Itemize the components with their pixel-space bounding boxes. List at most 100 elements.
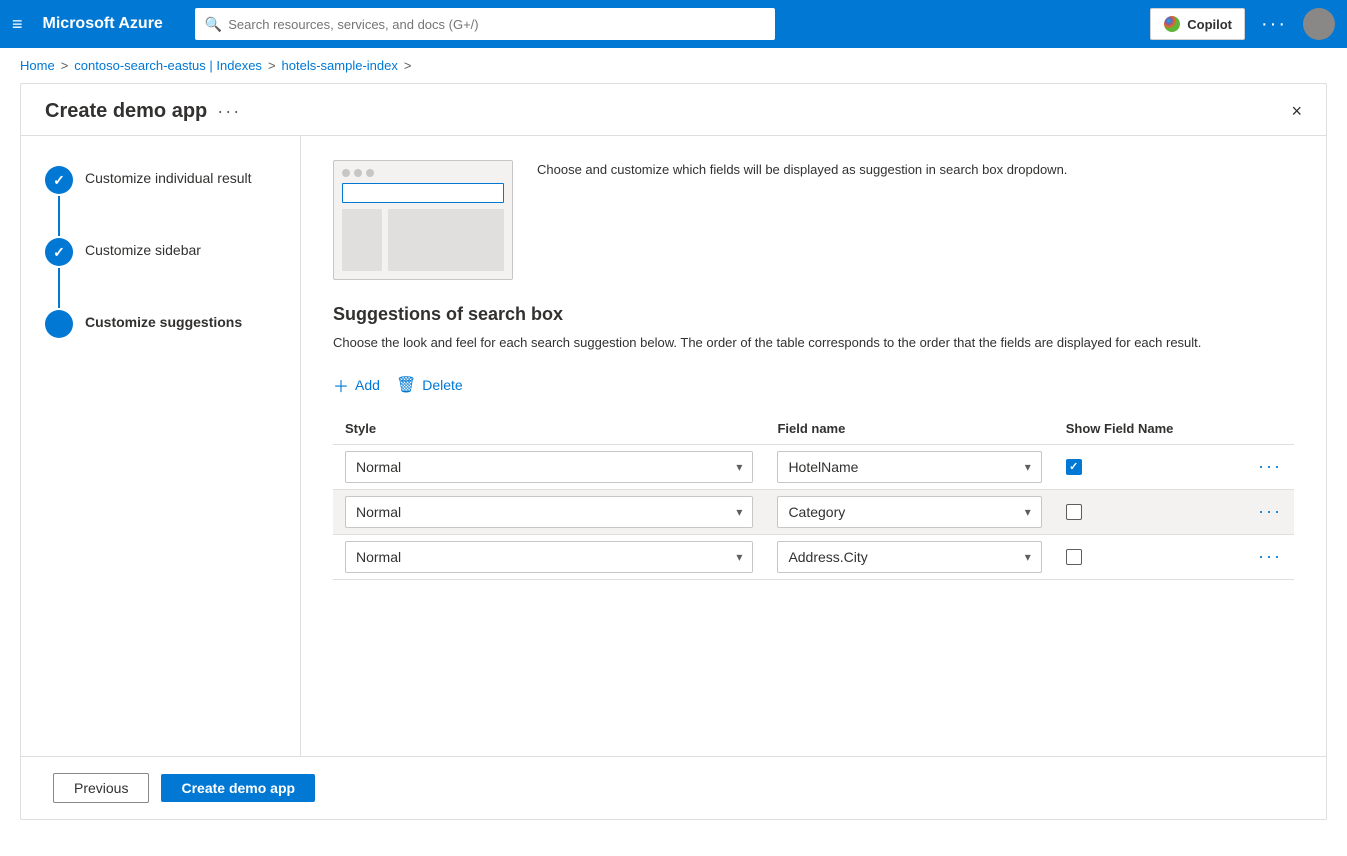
row-1-show-cell [1054,444,1198,489]
step-3-label: Customize suggestions [85,310,242,330]
row-3-show-cell [1054,534,1198,579]
search-input[interactable] [228,17,765,32]
breadcrumb-sep3: > [404,58,412,73]
row-2-checkbox[interactable] [1066,504,1082,520]
breadcrumb: Home > contoso-search-eastus | Indexes >… [0,48,1347,83]
row-2-fieldname-value: Category [788,504,845,520]
chevron-down-icon: ▾ [1025,505,1031,519]
dialog-body: ✓ Customize individual result ✓ Customiz… [21,136,1326,756]
delete-icon: 🗑 [396,375,416,395]
step-2-label: Customize sidebar [85,238,201,258]
breadcrumb-sep2: > [268,58,276,73]
copilot-icon [1163,15,1181,33]
preview-sidebar [342,209,382,271]
row-1-fieldname-cell: HotelName ▾ [765,444,1053,489]
row-3-style-cell: Normal ▾ [333,534,765,579]
create-demo-app-button[interactable]: Create demo app [161,774,315,802]
row-3-actions-cell: ··· [1198,534,1294,579]
more-options-icon[interactable]: ··· [1261,13,1287,36]
steps-panel: ✓ Customize individual result ✓ Customiz… [21,136,301,756]
copilot-button[interactable]: Copilot [1150,8,1245,40]
row-3-fieldname-value: Address.City [788,549,867,565]
dialog-title-row: Create demo app ··· [45,100,241,123]
search-icon: 🔍 [205,16,222,33]
table-row: Normal ▾ Category ▾ [333,489,1294,534]
col-header-fieldname: Field name [765,413,1053,445]
add-label: Add [355,377,380,393]
hamburger-icon[interactable]: ≡ [12,14,23,35]
col-header-showfieldname: Show Field Name [1054,413,1198,445]
row-2-fieldname-cell: Category ▾ [765,489,1053,534]
row-3-more-icon[interactable]: ··· [1258,546,1282,566]
chevron-down-icon: ▾ [736,460,742,474]
previous-button[interactable]: Previous [53,773,149,803]
delete-label: Delete [422,377,462,393]
col-header-actions [1198,413,1294,445]
step-1: ✓ Customize individual result [45,166,276,238]
step-3: Customize suggestions [45,310,276,338]
breadcrumb-home[interactable]: Home [20,58,55,73]
dot-1 [342,169,350,177]
row-1-fieldname-dropdown[interactable]: HotelName ▾ [777,451,1041,483]
table-row: Normal ▾ HotelName ▾ [333,444,1294,489]
breadcrumb-sep1: > [61,58,69,73]
row-2-fieldname-dropdown[interactable]: Category ▾ [777,496,1041,528]
preview-content [342,209,504,271]
row-3-style-value: Normal [356,549,401,565]
row-2-more-icon[interactable]: ··· [1258,501,1282,521]
row-1-fieldname-value: HotelName [788,459,858,475]
preview-description: Choose and customize which fields will b… [537,160,1067,180]
row-1-more-icon[interactable]: ··· [1258,456,1282,476]
copilot-label: Copilot [1187,17,1232,32]
row-1-style-cell: Normal ▾ [333,444,765,489]
section-description: Choose the look and feel for each search… [333,333,1294,353]
step-3-circle [45,310,73,338]
step-3-connector [45,310,73,338]
create-demo-app-dialog: Create demo app ··· × ✓ Customize indivi… [20,83,1327,820]
step-2-connector: ✓ [45,238,73,310]
breadcrumb-indexes[interactable]: contoso-search-eastus | Indexes [74,58,262,73]
row-1-checkbox[interactable] [1066,459,1082,475]
row-2-style-value: Normal [356,504,401,520]
close-button[interactable]: × [1291,101,1302,122]
dialog-title-more-icon[interactable]: ··· [217,101,241,122]
add-icon: ＋ [333,373,349,397]
add-button[interactable]: ＋ Add [333,369,380,401]
step-2-line [58,268,60,308]
delete-button[interactable]: 🗑 Delete [396,369,463,401]
row-3-style-dropdown[interactable]: Normal ▾ [345,541,753,573]
step-1-circle: ✓ [45,166,73,194]
breadcrumb-index-item[interactable]: hotels-sample-index [282,58,398,73]
row-3-checkbox-container [1066,549,1186,565]
row-3-fieldname-cell: Address.City ▾ [765,534,1053,579]
row-2-show-cell [1054,489,1198,534]
row-3-checkbox[interactable] [1066,549,1082,565]
preview-illustration [333,160,513,280]
col-header-style: Style [333,413,765,445]
content-panel: Choose and customize which fields will b… [301,136,1326,756]
dialog-header: Create demo app ··· × [21,84,1326,136]
avatar[interactable] [1303,8,1335,40]
row-2-checkbox-container [1066,504,1186,520]
row-1-style-value: Normal [356,459,401,475]
row-3-fieldname-dropdown[interactable]: Address.City ▾ [777,541,1041,573]
dot-3 [366,169,374,177]
step-1-connector: ✓ [45,166,73,238]
row-1-checkbox-container [1066,459,1186,475]
row-2-style-dropdown[interactable]: Normal ▾ [345,496,753,528]
preview-dots [342,169,504,177]
preview-area: Choose and customize which fields will b… [333,160,1294,280]
toolbar: ＋ Add 🗑 Delete [333,369,1294,401]
preview-main [388,209,504,271]
section-title: Suggestions of search box [333,304,1294,325]
chevron-down-icon: ▾ [736,550,742,564]
top-nav-right: Copilot ··· [1150,8,1335,40]
row-1-actions-cell: ··· [1198,444,1294,489]
row-1-style-dropdown[interactable]: Normal ▾ [345,451,753,483]
chevron-down-icon: ▾ [1025,550,1031,564]
row-2-style-cell: Normal ▾ [333,489,765,534]
table-row: Normal ▾ Address.City ▾ [333,534,1294,579]
chevron-down-icon: ▾ [736,505,742,519]
table-header: Style Field name Show Field Name [333,413,1294,445]
row-2-actions-cell: ··· [1198,489,1294,534]
